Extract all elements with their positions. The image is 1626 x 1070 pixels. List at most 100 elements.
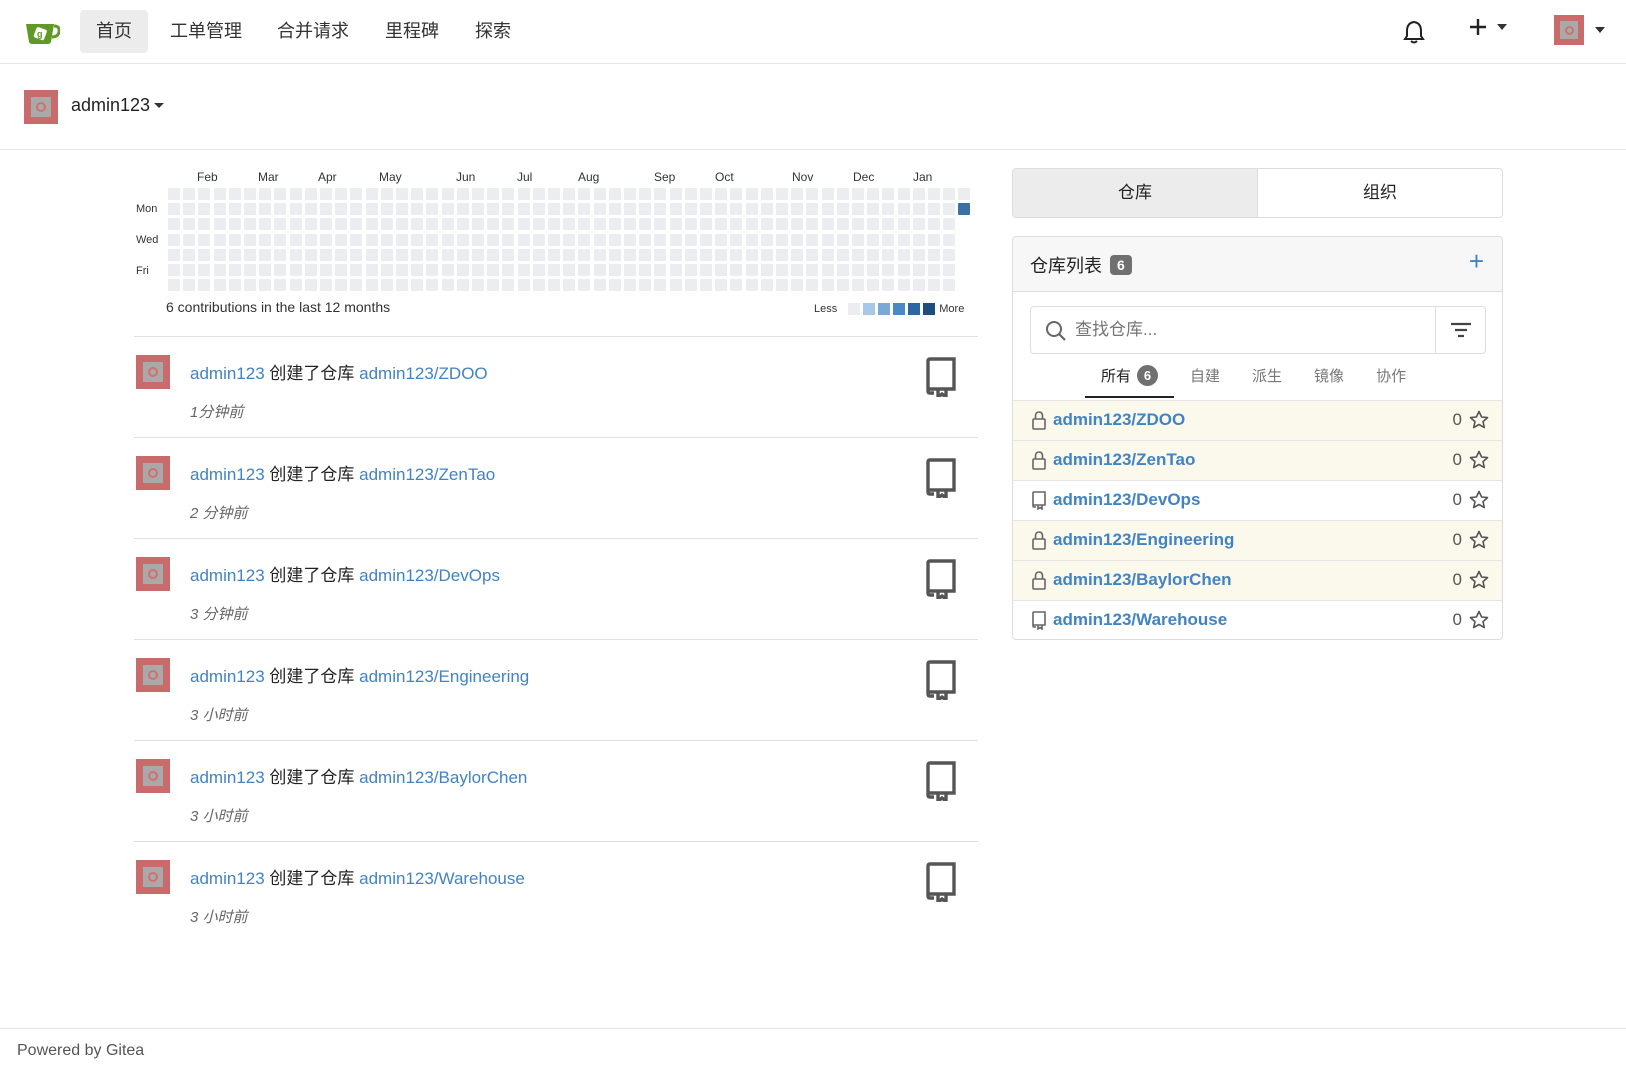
feed-repo-link[interactable]: admin123/BaylorChen (359, 768, 527, 787)
contribution-heatmap: Feb Mar Apr May Jun Jul Aug Sep Oct Nov … (134, 168, 974, 320)
nav-home[interactable]: 首页 (80, 10, 148, 53)
heatmap-cell (168, 279, 180, 292)
create-menu[interactable] (1469, 18, 1507, 36)
repo-link[interactable]: admin123/ZDOO (1053, 410, 1185, 430)
heatmap-cell (304, 248, 317, 261)
feed-user-link[interactable]: admin123 (190, 768, 265, 787)
feed-user-link[interactable]: admin123 (190, 364, 265, 383)
heatmap-cell (365, 218, 378, 231)
heatmap-cell (289, 188, 302, 200)
feed-repo-link[interactable]: admin123/DevOps (359, 566, 500, 585)
heatmap-cell (274, 264, 287, 276)
avatar[interactable] (136, 658, 170, 692)
heatmap-cell (578, 203, 591, 216)
star-icon[interactable] (1469, 610, 1489, 630)
feed-repo-link[interactable]: admin123/Warehouse (359, 869, 525, 888)
heatmap-cell (487, 248, 500, 261)
heatmap-cell (745, 248, 758, 261)
star-icon[interactable] (1469, 450, 1489, 470)
nav-explore[interactable]: 探索 (459, 10, 527, 53)
heatmap-cell (563, 203, 576, 216)
subtab-mirrors[interactable]: 镜像 (1298, 362, 1360, 398)
gitea-logo-icon[interactable]: g (24, 18, 60, 46)
user-menu[interactable] (1554, 15, 1605, 45)
heatmap-cell (472, 248, 484, 261)
avatar[interactable] (136, 456, 170, 490)
filter-button[interactable] (1435, 307, 1485, 353)
heatmap-cell (791, 188, 804, 200)
star-icon[interactable] (1469, 570, 1489, 590)
repo-icon (926, 660, 956, 700)
heatmap-cell (654, 218, 667, 231)
heatmap-cell (852, 248, 864, 261)
heatmap-cell (320, 264, 332, 276)
heatmap-cell (867, 218, 880, 231)
context-switcher[interactable]: admin123 (71, 95, 165, 116)
repo-link[interactable]: admin123/ZenTao (1053, 450, 1195, 470)
heatmap-cell (867, 279, 880, 292)
heatmap-cell (168, 218, 180, 231)
nav-issues[interactable]: 工单管理 (154, 10, 258, 53)
heatmap-cell (852, 233, 864, 246)
avatar[interactable] (136, 557, 170, 591)
bell-icon[interactable] (1403, 20, 1425, 44)
heatmap-cell (715, 264, 728, 276)
star-icon[interactable] (1469, 530, 1489, 550)
heatmap-cell (198, 279, 211, 292)
heatmap-cell (867, 233, 880, 246)
star-icon[interactable] (1469, 490, 1489, 510)
heatmap-cell (380, 233, 393, 246)
heatmap-cell (411, 233, 424, 246)
repo-link[interactable]: admin123/Engineering (1053, 530, 1234, 550)
heatmap-cell (867, 248, 880, 261)
heatmap-cell (365, 203, 378, 216)
heatmap-cell (684, 203, 697, 216)
heatmap-cell (821, 248, 834, 261)
chevron-down-icon (1595, 27, 1605, 33)
subtab-forks[interactable]: 派生 (1236, 362, 1298, 398)
avatar[interactable] (136, 759, 170, 793)
tab-organizations[interactable]: 组织 (1258, 169, 1502, 217)
nav-milestones[interactable]: 里程碑 (369, 10, 455, 53)
heatmap-cell (198, 203, 211, 216)
tab-repositories[interactable]: 仓库 (1013, 169, 1258, 217)
repo-link[interactable]: admin123/BaylorChen (1053, 570, 1232, 590)
feed-time: 3 小时前 (190, 808, 248, 825)
feed-repo-link[interactable]: admin123/ZenTao (359, 465, 495, 484)
repo-link[interactable]: admin123/Warehouse (1053, 610, 1227, 630)
lock-icon (1032, 451, 1046, 470)
heatmap-cell (426, 248, 439, 261)
feed-time: 2 分钟前 (190, 505, 248, 522)
svg-text:g: g (37, 29, 43, 39)
powered-by-link[interactable]: Powered by Gitea (17, 1042, 144, 1060)
feed-repo-link[interactable]: admin123/Engineering (359, 667, 529, 686)
subtab-collaborative[interactable]: 协作 (1360, 362, 1422, 398)
avatar[interactable] (136, 355, 170, 389)
heatmap-cell (654, 233, 667, 246)
heatmap-cell (836, 264, 849, 276)
heatmap-cell (228, 279, 241, 292)
repo-link[interactable]: admin123/DevOps (1053, 490, 1200, 510)
star-count: 0 (1452, 410, 1462, 429)
feed-time: 3 分钟前 (190, 606, 248, 623)
add-repo-button[interactable]: + (1469, 247, 1484, 275)
avatar[interactable] (136, 860, 170, 894)
search-input[interactable] (1075, 315, 1425, 345)
feed-repo-link[interactable]: admin123/ZDOO (359, 364, 488, 383)
top-navbar: g 首页 工单管理 合并请求 里程碑 探索 (0, 0, 1626, 64)
heatmap-cell (806, 218, 819, 231)
subtab-sources[interactable]: 自建 (1174, 362, 1236, 398)
heatmap-cell (304, 264, 317, 276)
feed-action: 创建了仓库 (269, 667, 355, 686)
day-label: Fri (136, 265, 149, 277)
feed-user-link[interactable]: admin123 (190, 566, 265, 585)
feed-user-link[interactable]: admin123 (190, 869, 265, 888)
feed-item: admin123 创建了仓库 admin123/BaylorChen 3 小时前 (134, 740, 978, 842)
feed-user-link[interactable]: admin123 (190, 465, 265, 484)
nav-pull-requests[interactable]: 合并请求 (261, 10, 365, 53)
heatmap-cell (213, 203, 226, 216)
subtab-all[interactable]: 所有 6 (1085, 362, 1175, 398)
feed-user-link[interactable]: admin123 (190, 667, 265, 686)
star-icon[interactable] (1469, 410, 1489, 430)
heatmap-cell (806, 233, 819, 246)
